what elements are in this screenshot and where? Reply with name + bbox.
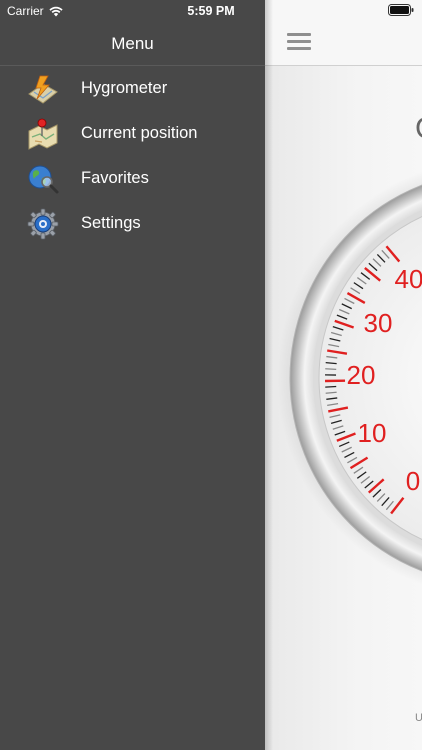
menu-item-hygrometer[interactable]: Hygrometer (0, 66, 265, 111)
menu-label-hygrometer: Hygrometer (81, 79, 168, 97)
hygrometer-gauge: 40 30 20 10 0 (277, 171, 422, 585)
gauge-label-40: 40 (395, 264, 422, 294)
side-menu: Menu Hygrometer Current position Favorit… (0, 0, 265, 750)
gauge-label-20: 20 (347, 360, 376, 390)
menu-header: Menu (0, 22, 265, 66)
gauge-label-30: 30 (364, 308, 393, 338)
menu-label-favorites: Favorites (81, 169, 149, 187)
map-pin-icon (28, 118, 58, 150)
footer-text: U (415, 712, 422, 724)
battery-icon (388, 4, 414, 16)
status-time: 5:59 PM (187, 4, 235, 18)
menu-item-favorites[interactable]: Favorites (0, 156, 265, 201)
menu-edge-shadow (265, 0, 273, 750)
gauge-label-0: 0 (406, 466, 420, 496)
gauge-label-10: 10 (358, 418, 387, 448)
menu-label-settings: Settings (81, 214, 141, 232)
menu-item-settings[interactable]: Settings (0, 201, 265, 246)
gear-icon (27, 208, 59, 240)
main-content: C 40 30 20 10 0 (265, 0, 422, 750)
menu-title: Menu (111, 34, 154, 53)
gauge-tick (325, 368, 337, 370)
status-bar: Carrier 5:59 PM (0, 0, 422, 22)
globe-magnifier-icon (28, 165, 59, 194)
menu-label-current-position: Current position (81, 124, 198, 142)
hygrometer-icon (28, 75, 58, 104)
menu-item-current-position[interactable]: Current position (0, 111, 265, 156)
gauge-tick (325, 385, 337, 388)
menu-list: Hygrometer Current position Favorites Se… (0, 66, 265, 246)
